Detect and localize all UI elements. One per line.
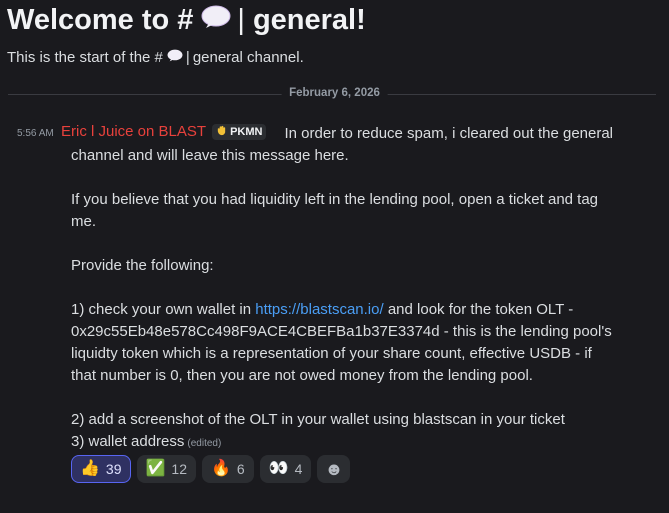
message-line: 3) wallet address (edited) [71, 431, 631, 453]
message-line: 2) add a screenshot of the OLT in your w… [71, 411, 565, 428]
message-timestamp[interactable]: 5:56 AM [17, 128, 54, 139]
reaction-count: 12 [171, 461, 187, 477]
reaction-count: 4 [294, 461, 303, 477]
author-name[interactable]: Eric l Juice on BLAST [61, 123, 206, 140]
message-content: Eric l Juice on BLAST ✋PKMN In order to … [71, 123, 631, 453]
reaction-fire[interactable]: 🔥 6 [202, 455, 254, 483]
thumbs-up-icon: 👍 [80, 460, 100, 477]
channel-welcome-title: Welcome to # | general! [7, 4, 366, 37]
message-header: Eric l Juice on BLAST PKMN [61, 123, 274, 140]
check-mark-icon: ✅ [145, 460, 166, 477]
welcome-prefix: Welcome to # [7, 4, 194, 36]
line-text: and look for the token OLT - [383, 301, 574, 318]
channel-separator: | [185, 49, 190, 66]
message-line: that number is 0, then you are not owed … [71, 367, 533, 384]
message-line: Provide the following: [71, 257, 214, 274]
message-line: 1) check your own wallet in https://blas… [71, 299, 631, 321]
message-text: In order to reduce spam, i cleared out t… [284, 125, 614, 142]
line-text: 3) wallet address [71, 433, 185, 450]
edited-label: (edited) [187, 438, 222, 449]
sub-prefix: This is the start of the # [7, 49, 163, 66]
reaction-count: 6 [236, 461, 245, 477]
message-line: If you believe that you had liquidity le… [71, 191, 599, 208]
speech-bubble-icon [201, 4, 231, 37]
sub-suffix: general channel. [192, 49, 304, 66]
add-reaction-button[interactable]: ☻ [317, 455, 351, 483]
hand-icon [216, 125, 227, 139]
welcome-suffix: general! [252, 4, 366, 36]
fire-icon: 🔥 [211, 460, 231, 477]
reaction-eyes[interactable]: 👀 4 [259, 455, 312, 483]
message-line: channel and will leave this message here… [71, 147, 349, 164]
blastscan-link[interactable]: https://blastscan.io/ [255, 301, 383, 318]
server-tag-label: PKMN [230, 125, 263, 138]
date-divider: February 6, 2026 [281, 87, 388, 99]
server-tag[interactable]: PKMN [212, 123, 267, 140]
smiley-icon: ☻ [324, 459, 344, 479]
channel-welcome-subtitle: This is the start of the # | general cha… [7, 49, 304, 66]
reaction-check-mark[interactable]: ✅ 12 [136, 455, 196, 483]
message-line: liquidty token which is a representation… [71, 345, 592, 362]
message-line: 0x29c55Eb48e578Cc498F9ACE4CBEFBa1b37E337… [71, 323, 612, 340]
line-text: 1) check your own wallet in [71, 301, 256, 318]
reaction-bar: 👍 39 ✅ 12 🔥 6 👀 4 ☻ [71, 455, 351, 483]
channel-separator: | [237, 4, 245, 36]
reaction-thumbs-up[interactable]: 👍 39 [71, 455, 131, 483]
speech-bubble-icon [167, 49, 183, 66]
reaction-count: 39 [105, 461, 122, 477]
message-line: me. [71, 213, 97, 230]
eyes-icon: 👀 [268, 460, 289, 477]
